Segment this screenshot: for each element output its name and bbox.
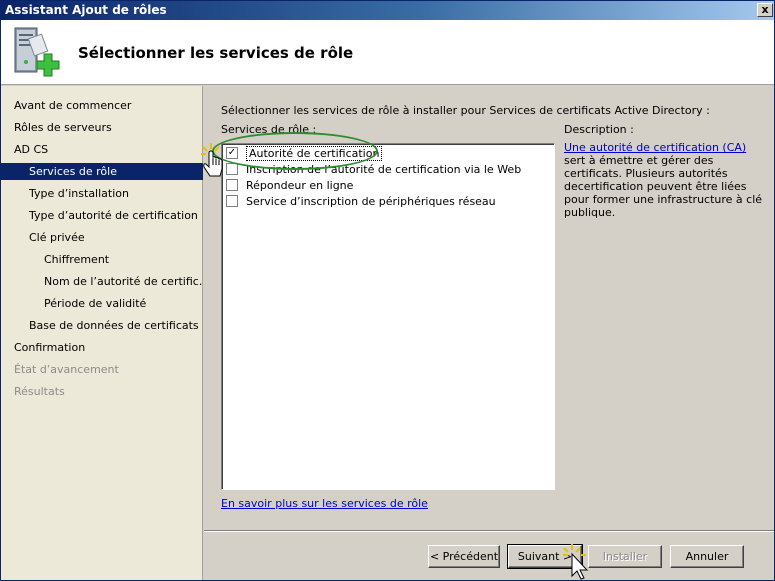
nav-item-4[interactable]: Services de rôle	[1, 163, 203, 180]
footer-separator	[204, 530, 774, 532]
wizard-window: Assistant Ajout de rôles x Sélectionner …	[0, 0, 775, 581]
service-checkbox[interactable]	[226, 179, 238, 191]
nav-item-1[interactable]: Avant de commencer	[1, 97, 203, 114]
nav-item-9[interactable]: Nom de l’autorité de certific…	[1, 273, 203, 290]
page-title: Sélectionner les services de rôle	[78, 44, 354, 62]
description-body: sert à émettre et gérer des certificats.…	[564, 154, 763, 219]
nav-item-5[interactable]: Type d’installation	[1, 185, 203, 202]
nav-item-11[interactable]: Base de données de certificats	[1, 317, 203, 334]
wizard-header: Sélectionner les services de rôle	[1, 20, 774, 85]
services-label: Services de rôle :	[221, 123, 317, 136]
instruction-text: Sélectionner les services de rôle à inst…	[221, 104, 710, 117]
nav-item-2[interactable]: Rôles de serveurs	[1, 119, 203, 136]
service-label: Service d’inscription de périphériques r…	[246, 195, 496, 208]
service-label: Autorité de certification	[246, 146, 383, 161]
nav-item-10[interactable]: Période de validité	[1, 295, 203, 312]
install-button[interactable]: Installer	[588, 545, 662, 568]
nav-item-14: Résultats	[14, 385, 65, 398]
service-item[interactable]: ✓ Autorité de certification	[226, 146, 383, 162]
service-label: Répondeur en ligne	[246, 179, 354, 192]
nav-item-13: État d’avancement	[14, 363, 119, 376]
window-title: Assistant Ajout de rôles	[5, 3, 167, 17]
description-label: Description :	[564, 123, 634, 136]
nav-item-3[interactable]: AD CS	[1, 141, 203, 158]
service-checkbox[interactable]	[226, 163, 238, 175]
nav-item-12[interactable]: Confirmation	[1, 339, 203, 356]
nav-item-7[interactable]: Clé privée	[1, 229, 203, 246]
server-add-icon	[14, 27, 60, 77]
previous-button[interactable]: < Précédent	[428, 545, 500, 568]
title-bar[interactable]: Assistant Ajout de rôles x	[1, 1, 774, 20]
wizard-nav: Avant de commencer Rôles de serveurs AD CS…	[1, 86, 203, 580]
description-text: Une autorité de certification (CA) sert …	[564, 141, 764, 219]
content-area: Sélectionner les services de rôle à inst…	[204, 86, 774, 530]
service-item[interactable]: Service d’inscription de périphériques r…	[226, 194, 496, 210]
close-button[interactable]: x	[757, 3, 773, 17]
nav-item-8[interactable]: Chiffrement	[1, 251, 203, 268]
service-checkbox[interactable]	[226, 195, 238, 207]
service-label: Inscription de l’autorité de certificati…	[246, 163, 522, 176]
learn-more-link[interactable]: En savoir plus sur les services de rôle	[221, 497, 428, 510]
service-item[interactable]: Inscription de l’autorité de certificati…	[226, 162, 521, 178]
service-item[interactable]: Répondeur en ligne	[226, 178, 353, 194]
cancel-button[interactable]: Annuler	[670, 545, 744, 568]
service-checkbox[interactable]: ✓	[226, 147, 238, 159]
next-button[interactable]: Suivant >	[507, 544, 583, 569]
ca-description-link[interactable]: Une autorité de certification (CA)	[564, 141, 746, 154]
role-services-list[interactable]: ✓ Autorité de certification Inscription de…	[221, 143, 555, 490]
nav-item-6[interactable]: Type d’autorité de certification	[1, 207, 203, 224]
